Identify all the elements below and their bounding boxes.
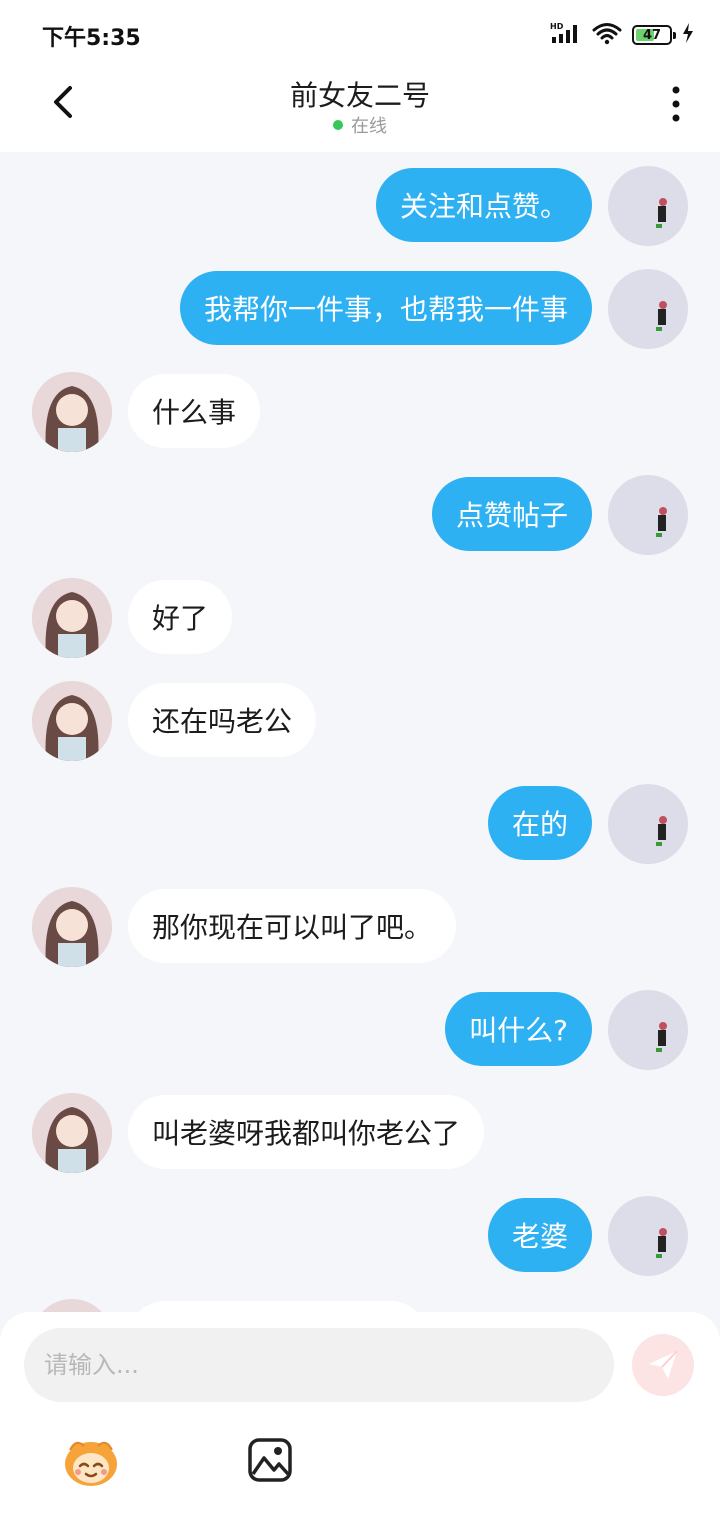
emoji-icon [65,1441,117,1486]
signal-icon: HD [550,21,582,49]
wifi-icon [592,21,622,49]
avatar[interactable] [32,681,112,761]
avatar[interactable] [32,372,112,452]
message-bubble[interactable]: 老婆 [487,1198,592,1272]
message-bubble[interactable]: 我帮你一件事，也帮我一件事 [179,271,592,345]
message-bubble[interactable] [128,1301,428,1312]
message-row: 叫什么? [0,990,720,1070]
message-row: 点赞帖子 [0,475,720,555]
message-bubble[interactable]: 叫什么? [445,992,592,1066]
message-bubble[interactable]: 叫老婆呀我都叫你老公了 [128,1095,485,1169]
message-bubble[interactable]: 还在吗老公 [128,683,317,757]
message-row: 关注和点赞。 [0,166,720,246]
avatar[interactable] [32,578,112,658]
network-type: HD [550,22,564,31]
emoji-button[interactable] [60,1436,122,1488]
message-input[interactable] [24,1328,614,1402]
online-status: 在线 [0,112,720,138]
send-button[interactable] [632,1334,694,1396]
message-row: 好了 [0,578,720,658]
avatar[interactable] [32,1093,112,1173]
message-bubble[interactable]: 好了 [128,580,233,654]
more-vertical-icon [672,86,680,122]
message-row: 老婆 [0,1196,720,1276]
message-row: 还在吗老公 [0,681,720,761]
send-icon [649,1350,678,1379]
message-row: 我帮你一件事，也帮我一件事 [0,269,720,349]
battery-level: 47 [642,27,662,43]
message-list[interactable]: 关注和点赞。 我帮你一件事，也帮我一件事 什么事 点赞帖子 好了 还在吗老公 在… [0,152,720,1312]
message-row [0,1299,720,1312]
chat-header: 前女友二号 在线 [0,70,720,152]
message-bubble[interactable]: 点赞帖子 [431,477,592,551]
message-bubble[interactable]: 什么事 [128,374,261,448]
image-button[interactable] [246,1436,294,1484]
message-row: 什么事 [0,372,720,452]
avatar[interactable] [608,784,688,864]
avatar[interactable] [608,1196,688,1276]
message-bubble[interactable]: 关注和点赞。 [375,168,592,242]
image-icon [248,1438,292,1482]
online-dot [333,120,343,130]
message-row: 在的 [0,784,720,864]
charging-icon [682,23,694,47]
status-time: 下午5:35 [42,26,141,51]
message-row: 叫老婆呀我都叫你老公了 [0,1093,720,1173]
message-bubble[interactable]: 那你现在可以叫了吧。 [128,889,457,963]
online-status-text: 在线 [351,116,387,137]
battery-icon: 47 [632,25,676,45]
contact-name: 前女友二号 [289,79,430,112]
status-icons: HD 47 [550,18,694,52]
avatar[interactable] [608,269,688,349]
composer [0,1312,720,1520]
more-options-button[interactable] [664,84,688,124]
status-bar: 下午5:35 HD 47 [0,0,720,70]
avatar[interactable] [32,887,112,967]
avatar[interactable] [32,1299,112,1312]
message-bubble[interactable]: 在的 [487,786,592,860]
avatar[interactable] [608,166,688,246]
message-row: 那你现在可以叫了吧。 [0,887,720,967]
avatar[interactable] [608,990,688,1070]
avatar[interactable] [608,475,688,555]
